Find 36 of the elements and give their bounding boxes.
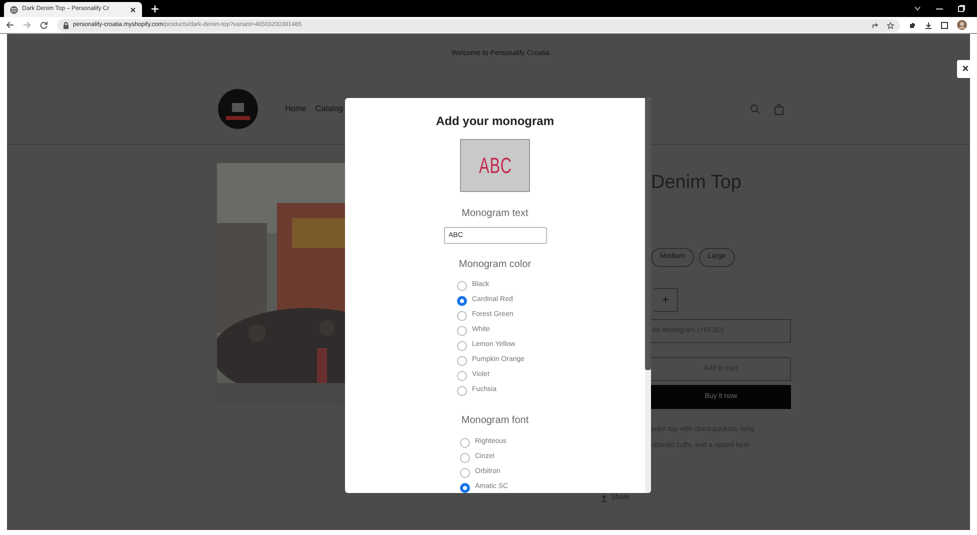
scrollbar-thumb[interactable] (645, 98, 651, 370)
radio-button[interactable] (460, 452, 470, 462)
radio-button[interactable] (457, 386, 467, 396)
lock-icon (63, 22, 69, 28)
radio-button[interactable] (460, 438, 470, 448)
reload-icon[interactable] (40, 21, 48, 29)
section-heading: Monogram font (460, 414, 530, 428)
globe-icon (10, 6, 18, 14)
radio-button[interactable] (460, 468, 470, 478)
section-heading: Monogram color (458, 258, 532, 272)
radio-button[interactable] (457, 370, 467, 380)
radio-button[interactable] (460, 482, 470, 492)
radio-button[interactable] (457, 326, 467, 336)
avatar-icon[interactable] (957, 20, 967, 30)
radio-button[interactable] (457, 356, 467, 366)
close-icon (130, 6, 136, 12)
download-icon[interactable] (925, 22, 932, 28)
side-panel-icon[interactable] (941, 22, 948, 28)
preview-text: ABC (478, 152, 512, 180)
field-label: Monogram text (460, 207, 530, 222)
scrollbar[interactable] (645, 98, 651, 493)
share-icon[interactable] (872, 22, 879, 28)
star-icon[interactable] (887, 22, 894, 28)
modal-title: Add your monogram (434, 113, 555, 130)
back-icon[interactable] (6, 21, 14, 29)
new-tab-icon[interactable] (151, 5, 159, 13)
radio-button[interactable] (457, 310, 467, 320)
logo-icon (218, 89, 258, 129)
forward-icon[interactable] (23, 21, 31, 29)
radio-button[interactable] (457, 280, 467, 290)
radio-button[interactable] (457, 296, 467, 306)
upload-icon (601, 494, 607, 502)
radio-button[interactable] (457, 340, 467, 350)
restore-icon[interactable] (958, 5, 965, 12)
minimize-icon[interactable] (936, 6, 943, 11)
chevron-down-icon[interactable] (914, 6, 921, 11)
